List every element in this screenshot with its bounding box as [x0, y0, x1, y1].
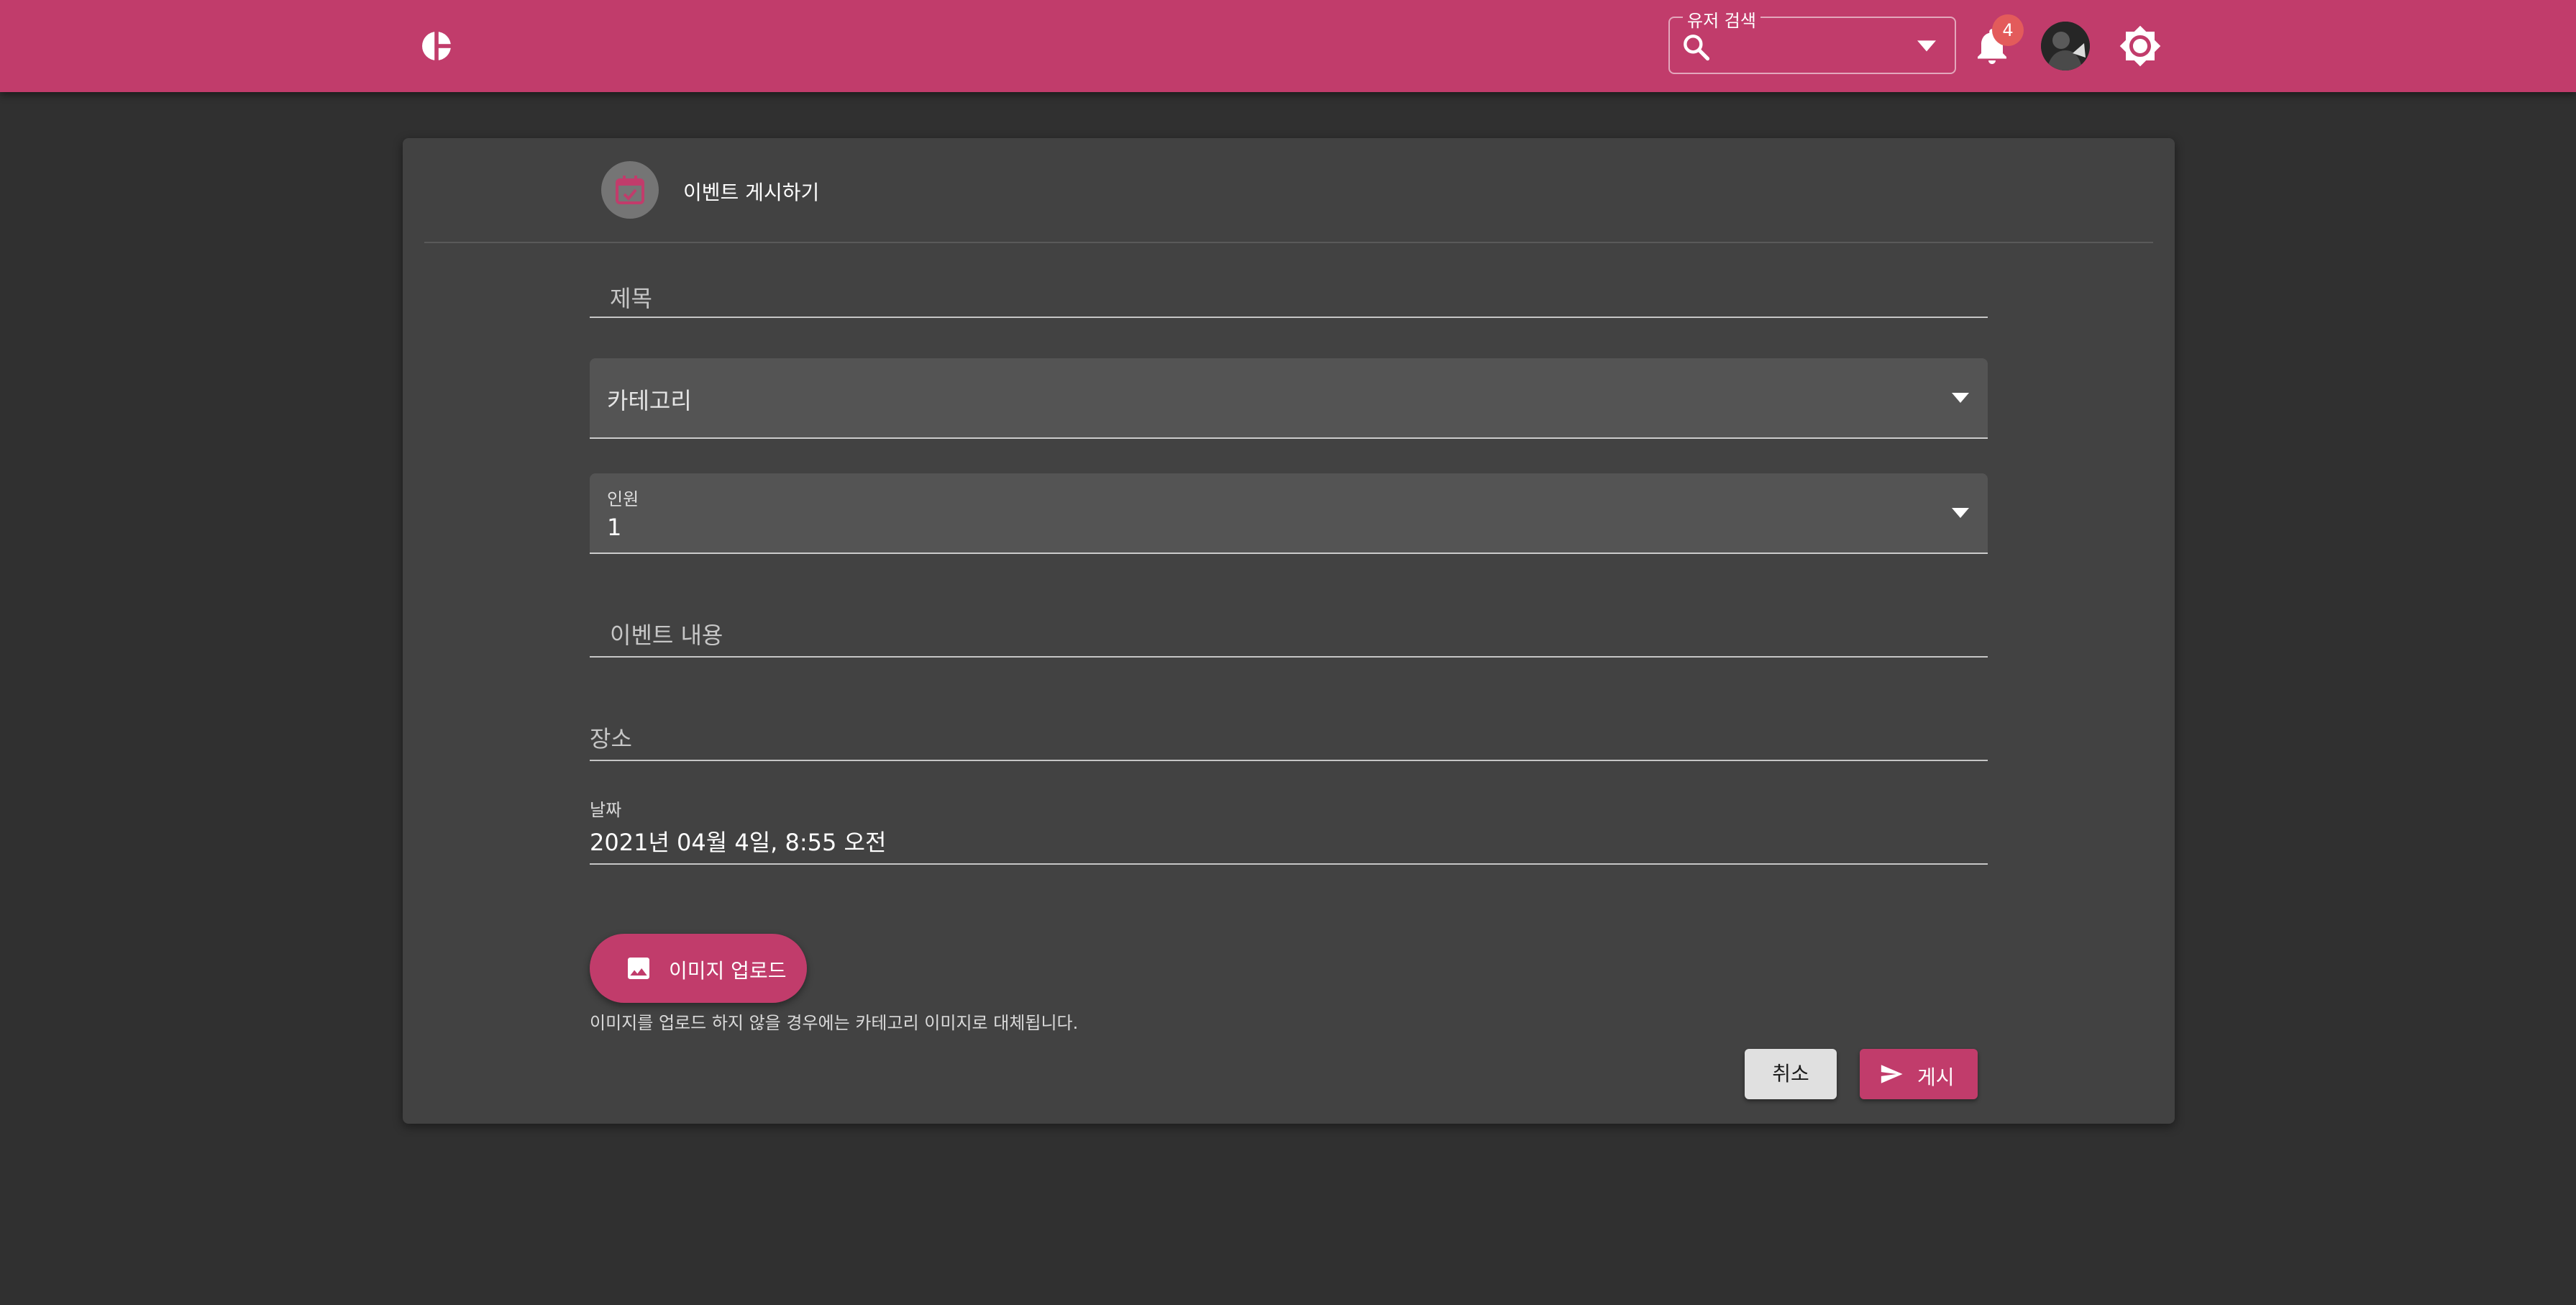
date-value: 2021년 04월 4일, 8:55 오전	[590, 829, 887, 856]
title-underline	[590, 317, 1988, 318]
chevron-down-icon	[1952, 393, 1969, 403]
avatar-image	[2041, 22, 2090, 71]
date-label: 날짜	[590, 800, 622, 820]
people-value: 1	[607, 514, 622, 541]
image-upload-button[interactable]: 이미지 업로드	[590, 934, 807, 1003]
title-input[interactable]: 제목	[590, 275, 1988, 318]
title-placeholder: 제목	[610, 285, 652, 312]
category-placeholder: 카테고리	[607, 387, 692, 414]
chevron-down-icon[interactable]	[1917, 40, 1936, 54]
calendar-check-icon	[616, 176, 644, 204]
image-icon	[628, 958, 649, 979]
category-select[interactable]: 카테고리	[590, 358, 1988, 439]
user-search-label: 유저 검색	[1683, 6, 1760, 32]
card-title: 이벤트 게시하기	[683, 181, 820, 204]
place-input[interactable]: 장소	[590, 714, 1988, 761]
content-placeholder: 이벤트 내용	[610, 622, 723, 649]
post-label: 게시	[1917, 1065, 1955, 1089]
search-icon	[1684, 35, 1710, 61]
people-underline	[590, 553, 1988, 554]
people-label: 인원	[607, 489, 639, 509]
notification-badge: 4	[1992, 14, 2024, 46]
event-form-card: 이벤트 게시하기 제목 카테고리 인원 1 이벤트 내용 장소 날짜 2021년…	[403, 138, 2175, 1124]
chevron-down-icon	[1952, 508, 1969, 518]
date-picker-field[interactable]: 날짜 2021년 04월 4일, 8:55 오전	[590, 793, 1988, 865]
header-avatar	[601, 161, 659, 219]
content-underline	[590, 656, 1988, 658]
app-bar: 유저 검색 4	[0, 0, 2576, 92]
user-avatar[interactable]	[2041, 22, 2090, 71]
divider	[424, 242, 2153, 243]
user-search-field[interactable]: 유저 검색	[1668, 6, 1956, 74]
post-button[interactable]: 게시	[1860, 1049, 1978, 1099]
place-underline	[590, 760, 1988, 761]
brightness-icon[interactable]	[2119, 24, 2162, 68]
category-underline	[590, 437, 1988, 439]
logo-icon[interactable]	[419, 29, 454, 63]
upload-helper-text: 이미지를 업로드 하지 않을 경우에는 카테고리 이미지로 대체됩니다.	[590, 1013, 1079, 1033]
send-icon	[1881, 1065, 1903, 1083]
event-content-input[interactable]: 이벤트 내용	[590, 606, 1988, 658]
place-placeholder: 장소	[590, 725, 632, 752]
cancel-button[interactable]: 취소	[1745, 1049, 1837, 1099]
people-select[interactable]: 인원 1	[590, 473, 1988, 554]
date-underline	[590, 863, 1988, 865]
upload-label: 이미지 업로드	[669, 959, 787, 983]
